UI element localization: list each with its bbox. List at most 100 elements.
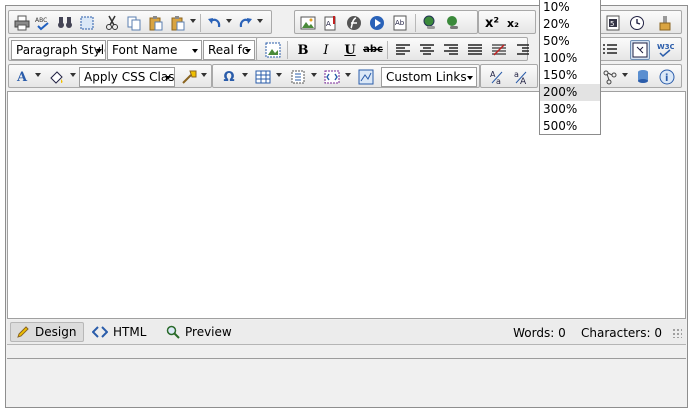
back-color-icon[interactable] [46, 67, 66, 87]
align-center-icon[interactable] [417, 40, 437, 60]
save-to-db-icon[interactable] [633, 67, 653, 87]
superscript-icon[interactable]: x² [482, 13, 502, 33]
font-name-select[interactable]: Font Name [107, 40, 202, 60]
special-chars-icon[interactable]: Ω [219, 67, 239, 87]
subscript-icon[interactable]: x₂ [503, 13, 523, 33]
css-class-value: Apply CSS Clas [84, 70, 175, 84]
media-manager-icon[interactable] [367, 13, 387, 33]
insert-table-dropdown-arrow[interactable] [276, 73, 282, 77]
justify-icon[interactable] [465, 40, 485, 60]
css-class-select[interactable]: Apply CSS Clas [79, 67, 175, 87]
xhtml-validator-icon[interactable]: W3C [655, 40, 675, 60]
svg-text:i: i [665, 73, 668, 84]
flash-manager-icon[interactable] [344, 13, 364, 33]
bold-button[interactable]: B [293, 40, 313, 60]
pencil-icon [16, 325, 30, 339]
snippets-icon[interactable] [322, 67, 342, 87]
special-chars-dropdown-arrow[interactable] [242, 73, 248, 77]
preview-mode-tab[interactable]: Preview [161, 322, 241, 342]
module-manager-icon[interactable]: 5 [603, 13, 623, 33]
toolbar-group-insert-special: Ω Custom Links [212, 64, 480, 88]
paste-dropdown-arrow[interactable] [190, 19, 196, 23]
template-manager-icon[interactable]: Ab [390, 13, 410, 33]
indent-icon[interactable] [513, 40, 533, 60]
select-all-icon[interactable] [77, 13, 97, 33]
format-stripper-icon[interactable] [655, 13, 675, 33]
stats: Words: 0 Characters: 0 [513, 326, 662, 340]
toolbar-group-edit: ABC [8, 10, 272, 34]
status-bar-divider [7, 358, 686, 359]
resize-grip-icon[interactable] [672, 328, 682, 338]
remove-link-icon[interactable] [443, 13, 463, 33]
custom-links-select[interactable]: Custom Links [381, 67, 477, 87]
form-element-icon[interactable] [356, 67, 376, 87]
zoom-option[interactable]: 150% [540, 67, 600, 84]
snippets-dropdown-arrow[interactable] [345, 73, 351, 77]
toolbar-group-color: A Apply CSS Clas [8, 64, 212, 88]
insert-link-tree-icon[interactable] [600, 67, 620, 87]
format-code-dropdown-arrow[interactable] [201, 73, 207, 77]
insert-symbol-icon[interactable] [288, 67, 308, 87]
toolbar-group-case: Aa aA [480, 64, 538, 88]
html-mode-tab[interactable]: HTML [87, 322, 153, 342]
separator [415, 14, 416, 32]
spellcheck-icon[interactable]: ABC [33, 13, 53, 33]
fore-color-dropdown-arrow[interactable] [35, 73, 41, 77]
find-replace-icon[interactable] [55, 13, 75, 33]
svg-text:a: a [514, 70, 519, 79]
convert-upper-icon[interactable]: aA [511, 67, 531, 87]
zoom-option[interactable]: 50% [540, 33, 600, 50]
hyperlink-icon[interactable] [420, 13, 440, 33]
insert-table-icon[interactable] [253, 67, 273, 87]
paragraph-style-select[interactable]: Paragraph Style [11, 40, 106, 60]
redo-icon[interactable] [235, 13, 255, 33]
strikethrough-button[interactable]: abc [363, 40, 383, 60]
paste-options-icon[interactable] [168, 13, 188, 33]
zoom-option[interactable]: 100% [540, 50, 600, 67]
magnifier-icon [166, 325, 180, 339]
back-color-dropdown-arrow[interactable] [70, 73, 76, 77]
zoom-option[interactable]: 500% [540, 118, 600, 135]
insert-symbol-dropdown-arrow[interactable] [311, 73, 317, 77]
fore-color-icon[interactable]: A [12, 67, 32, 87]
align-right-icon[interactable] [441, 40, 461, 60]
print-icon[interactable] [12, 13, 32, 33]
format-code-icon[interactable] [179, 67, 199, 87]
zoom-option[interactable]: 300% [540, 101, 600, 118]
design-mode-label: Design [35, 325, 77, 339]
zoom-option[interactable]: 200% [540, 84, 600, 101]
design-mode-tab[interactable]: Design [10, 322, 84, 342]
align-left-icon[interactable] [393, 40, 413, 60]
underline-button[interactable]: U [340, 40, 360, 60]
mode-bar: Design HTML Preview Words: 0 Characters:… [7, 320, 686, 344]
font-size-select[interactable]: Real fc [203, 40, 255, 60]
code-icon [92, 326, 108, 338]
toggle-border-icon[interactable] [630, 40, 650, 60]
insert-date-icon[interactable] [627, 13, 647, 33]
undo-icon[interactable] [205, 13, 225, 33]
font-name-value: Font Name [112, 43, 178, 57]
remove-alignment-icon[interactable] [489, 40, 509, 60]
toolbar-group-script: x² x₂ [478, 10, 536, 34]
toolbar-group-view: W3C [596, 37, 682, 61]
copy-icon[interactable] [124, 13, 144, 33]
about-icon[interactable]: i [657, 67, 677, 87]
undo-dropdown-arrow[interactable] [226, 19, 232, 23]
paste-icon[interactable] [146, 13, 166, 33]
status-bar-top [7, 344, 686, 359]
toolbar-group-fonts: Paragraph Style Font Name Real fc [8, 37, 258, 61]
insert-link-tree-dropdown-arrow[interactable] [622, 73, 628, 77]
convert-lower-icon[interactable]: Aa [487, 67, 507, 87]
svg-text:W3C: W3C [657, 43, 674, 51]
italic-button[interactable]: I [316, 40, 336, 60]
image-properties-icon[interactable] [263, 40, 283, 60]
document-manager-icon[interactable]: A [321, 13, 341, 33]
image-manager-icon[interactable] [298, 13, 318, 33]
redo-dropdown-arrow[interactable] [257, 19, 263, 23]
svg-text:A: A [326, 20, 331, 28]
cut-icon[interactable] [102, 13, 122, 33]
zoom-option[interactable]: 10% [540, 0, 600, 16]
bulleted-list-icon[interactable] [600, 40, 620, 60]
preview-mode-label: Preview [185, 325, 232, 339]
zoom-option[interactable]: 20% [540, 16, 600, 33]
